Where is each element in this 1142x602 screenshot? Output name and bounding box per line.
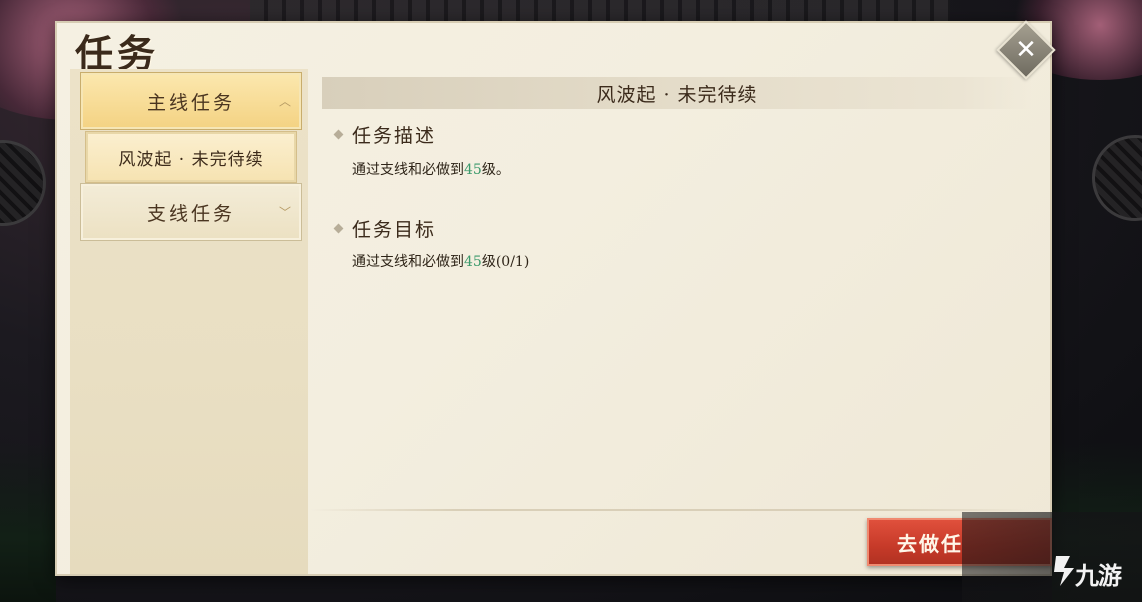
category-label: 主线任务 xyxy=(146,91,235,114)
background-roof xyxy=(250,0,950,22)
quest-category-sidebar: 主线任务 ︿ 风波起 · 未完待续 支线任务 ﹀ xyxy=(70,69,308,574)
quest-header-bar: 风波起 · 未完待续 xyxy=(322,77,1032,109)
close-icon: ✕ xyxy=(1015,35,1037,65)
category-label: 支线任务 xyxy=(146,202,235,225)
background-round-window xyxy=(1092,135,1142,221)
category-main-quest[interactable]: 主线任务 ︿ xyxy=(81,73,301,129)
quest-item-selected[interactable]: 风波起 · 未完待续 xyxy=(86,132,296,182)
objective-text-after: 级 xyxy=(481,254,496,270)
description-level-value: 45 xyxy=(464,162,482,178)
go-button-label: 去做任 xyxy=(897,531,963,556)
diamond-bullet-icon xyxy=(333,223,344,234)
quest-item-label: 风波起 · 未完待续 xyxy=(118,149,264,170)
objective-text: 通过支线和必做到45级(0/1) xyxy=(352,251,529,271)
description-heading: 任务描述 xyxy=(333,121,437,148)
game-screen: 任务 ✕ 主线任务 ︿ 风波起 · 未完待续 支线任务 ﹀ 风波起 · 未完待续… xyxy=(0,0,1142,602)
objective-heading-label: 任务目标 xyxy=(352,219,437,241)
background-round-window xyxy=(0,140,46,226)
objective-progress: (0/1) xyxy=(495,254,530,270)
objective-level-value: 45 xyxy=(464,254,482,270)
background-grass xyxy=(0,442,56,602)
quest-title: 风波起 · 未完待续 xyxy=(596,83,758,106)
description-text-before: 通过支线和必做到 xyxy=(352,162,464,178)
description-text-after: 级。 xyxy=(481,162,510,178)
quest-panel: 任务 ✕ 主线任务 ︿ 风波起 · 未完待续 支线任务 ﹀ 风波起 · 未完待续… xyxy=(55,20,1056,576)
category-side-quest[interactable]: 支线任务 ﹀ xyxy=(81,184,301,240)
objective-text-before: 通过支线和必做到 xyxy=(352,254,464,270)
description-heading-label: 任务描述 xyxy=(352,125,437,147)
chevron-up-icon: ︿ xyxy=(278,94,291,109)
objective-heading: 任务目标 xyxy=(333,215,437,242)
diamond-bullet-icon xyxy=(333,129,344,140)
watermark-text: 九游 xyxy=(1075,562,1122,590)
close-button[interactable]: ✕ xyxy=(996,20,1056,80)
chevron-down-icon: ﹀ xyxy=(278,205,291,220)
description-text: 通过支线和必做到45级。 xyxy=(352,159,510,179)
divider xyxy=(310,509,1030,511)
